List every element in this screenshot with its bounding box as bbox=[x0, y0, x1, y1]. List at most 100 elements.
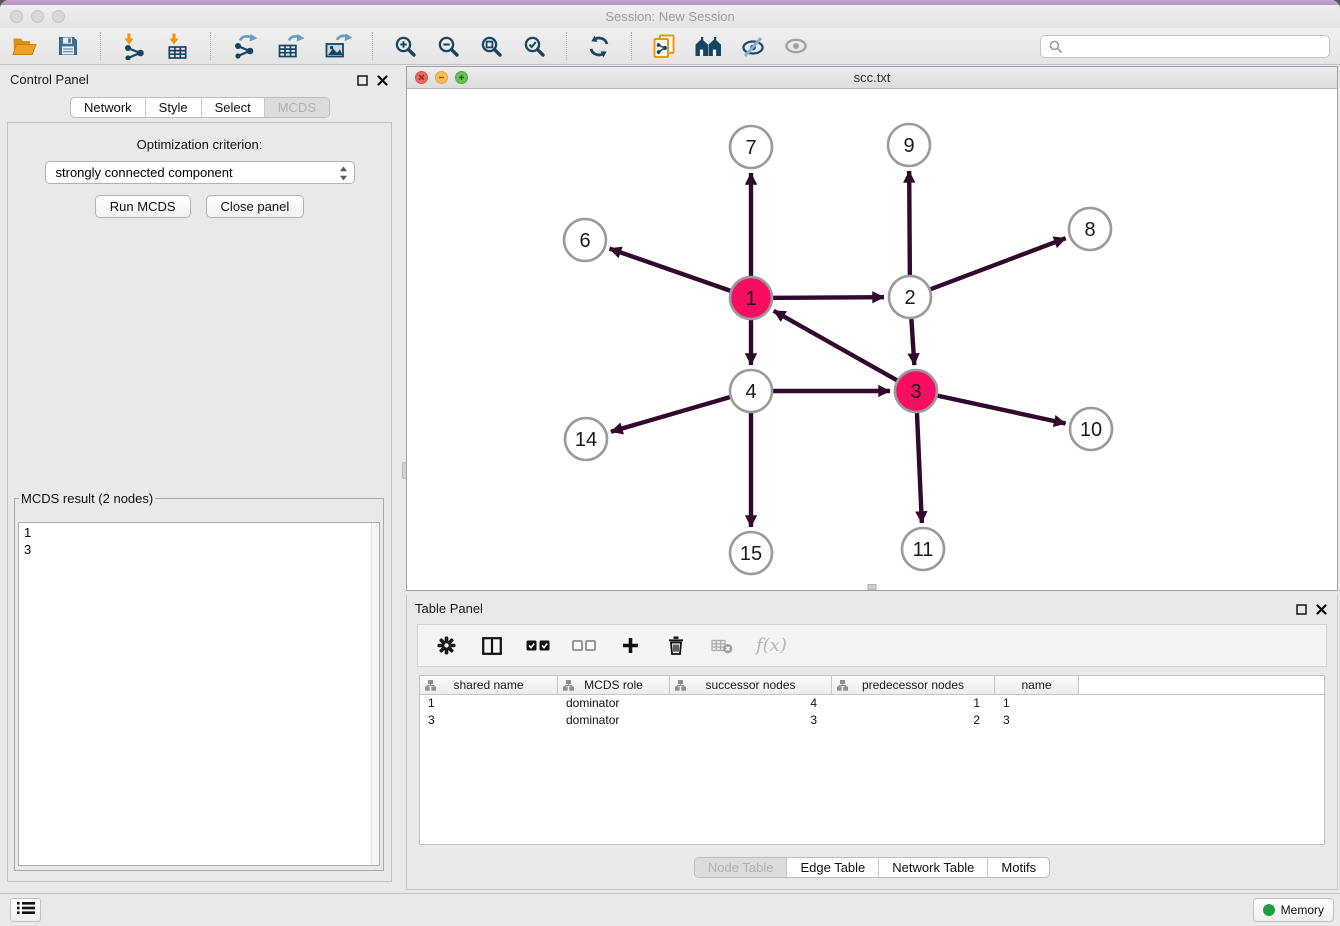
table-cell[interactable]: dominator bbox=[558, 695, 670, 712]
graph-node-14[interactable]: 14 bbox=[565, 418, 607, 460]
tab-network[interactable]: Network bbox=[71, 98, 145, 117]
graph-node-15[interactable]: 15 bbox=[730, 532, 772, 574]
column-header-MCDS-role[interactable]: MCDS role bbox=[558, 676, 670, 694]
svg-text:7: 7 bbox=[745, 137, 756, 159]
hide-selected-icon[interactable] bbox=[741, 32, 765, 60]
zoom-selected-icon[interactable] bbox=[522, 32, 546, 60]
table-cell[interactable]: 4 bbox=[670, 695, 832, 712]
tab-select[interactable]: Select bbox=[201, 98, 264, 117]
float-table-panel-icon[interactable] bbox=[1296, 602, 1307, 620]
first-neighbors-icon[interactable] bbox=[695, 32, 722, 60]
table-cell[interactable]: 3 bbox=[420, 712, 558, 729]
refresh-icon[interactable] bbox=[587, 32, 611, 60]
svg-text:8: 8 bbox=[1084, 219, 1095, 241]
tab-style[interactable]: Style bbox=[145, 98, 201, 117]
import-table-icon[interactable] bbox=[165, 32, 190, 60]
graph-node-4[interactable]: 4 bbox=[730, 370, 772, 412]
graph-edge-3-10[interactable] bbox=[916, 391, 1066, 423]
optimization-criterion-dropdown[interactable]: strongly connected component bbox=[45, 161, 355, 184]
zoom-in-icon[interactable] bbox=[393, 32, 417, 60]
table-tab-motifs[interactable]: Motifs bbox=[987, 858, 1049, 877]
status-bar: Memory bbox=[0, 893, 1340, 926]
column-header-name[interactable]: name bbox=[995, 676, 1079, 694]
function-builder-icon: f(x) bbox=[756, 632, 787, 660]
svg-text:15: 15 bbox=[740, 543, 762, 565]
table-cell[interactable]: 3 bbox=[995, 712, 1079, 729]
save-session-icon[interactable] bbox=[56, 32, 80, 60]
graph-edge-3-1[interactable] bbox=[774, 311, 916, 391]
graph-edge-2-8[interactable] bbox=[910, 238, 1066, 297]
table-cell[interactable]: dominator bbox=[558, 712, 670, 729]
column-header-successor-nodes[interactable]: successor nodes bbox=[670, 676, 832, 694]
table-tab-network-table[interactable]: Network Table bbox=[878, 858, 987, 877]
network-window-titlebar: scc.txt bbox=[407, 67, 1337, 89]
column-header-label: shared name bbox=[453, 678, 523, 692]
settings-gear-icon[interactable] bbox=[434, 632, 458, 660]
zoom-fit-icon[interactable] bbox=[479, 32, 503, 60]
graph-node-6[interactable]: 6 bbox=[564, 219, 606, 261]
column-header-label: predecessor nodes bbox=[862, 678, 964, 692]
svg-text:1: 1 bbox=[745, 288, 756, 310]
graph-edge-1-6[interactable] bbox=[610, 249, 751, 298]
table-tab-edge-table[interactable]: Edge Table bbox=[786, 858, 878, 877]
tab-mcds[interactable]: MCDS bbox=[264, 98, 329, 117]
close-panel-button[interactable]: Close panel bbox=[206, 195, 305, 218]
graph-node-3[interactable]: 3 bbox=[895, 370, 937, 412]
shared-column-icon bbox=[675, 680, 686, 694]
zoom-out-icon[interactable] bbox=[436, 32, 460, 60]
column-header-label: MCDS role bbox=[584, 678, 643, 692]
graph-node-11[interactable]: 11 bbox=[902, 528, 944, 570]
table-cell[interactable]: 1 bbox=[832, 695, 995, 712]
toolbar-separator bbox=[372, 32, 373, 60]
graph-node-9[interactable]: 9 bbox=[888, 124, 930, 166]
graph-node-8[interactable]: 8 bbox=[1069, 208, 1111, 250]
close-panel-icon[interactable] bbox=[377, 73, 388, 91]
export-network-icon[interactable] bbox=[231, 32, 258, 60]
run-mcds-button[interactable]: Run MCDS bbox=[95, 195, 191, 218]
table-cell[interactable]: 1 bbox=[995, 695, 1079, 712]
task-history-button[interactable] bbox=[10, 898, 41, 922]
graph-node-1[interactable]: 1 bbox=[730, 277, 772, 319]
shared-column-icon bbox=[837, 680, 848, 694]
graph-node-10[interactable]: 10 bbox=[1070, 408, 1112, 450]
search-box[interactable] bbox=[1040, 35, 1330, 58]
toggle-panel-icon[interactable] bbox=[480, 632, 504, 660]
select-all-icon[interactable] bbox=[526, 632, 550, 660]
add-icon[interactable] bbox=[618, 632, 642, 660]
table-cell[interactable]: 2 bbox=[832, 712, 995, 729]
table-body: 1dominator4113dominator323 bbox=[420, 695, 1324, 729]
export-image-icon[interactable] bbox=[324, 32, 352, 60]
vertical-splitter-grip[interactable] bbox=[868, 584, 877, 590]
table-cell[interactable]: 3 bbox=[670, 712, 832, 729]
toolbar-separator bbox=[210, 32, 211, 60]
search-input[interactable] bbox=[1063, 36, 1329, 57]
control-panel: Control Panel NetworkStyleSelectMCDS Opt… bbox=[2, 66, 398, 886]
new-network-from-selection-icon[interactable] bbox=[652, 32, 676, 60]
control-panel-title: Control Panel bbox=[10, 72, 89, 87]
graph-node-7[interactable]: 7 bbox=[730, 126, 772, 168]
memory-button[interactable]: Memory bbox=[1253, 898, 1334, 922]
network-canvas[interactable]: 7 9 6 8 1 2 4 3 14 10 15 11 bbox=[407, 89, 1337, 590]
float-panel-icon[interactable] bbox=[357, 73, 368, 91]
svg-text:10: 10 bbox=[1080, 419, 1102, 441]
table-tab-node-table[interactable]: Node Table bbox=[695, 858, 787, 877]
main-toolbar-groups bbox=[0, 32, 808, 60]
open-session-icon[interactable] bbox=[12, 32, 37, 60]
dropdown-spinner-icon bbox=[339, 166, 348, 184]
export-table-icon[interactable] bbox=[277, 32, 305, 60]
close-table-panel-icon[interactable] bbox=[1316, 602, 1327, 620]
column-header-shared-name[interactable]: shared name bbox=[420, 676, 558, 694]
svg-text:2: 2 bbox=[904, 287, 915, 309]
network-window-title: scc.txt bbox=[407, 70, 1337, 85]
column-header-predecessor-nodes[interactable]: predecessor nodes bbox=[832, 676, 995, 694]
toolbar-separator bbox=[631, 32, 632, 60]
table-cell[interactable]: 1 bbox=[420, 695, 558, 712]
deselect-all-icon[interactable] bbox=[572, 632, 596, 660]
mcds-result-list[interactable]: 1 3 bbox=[18, 522, 380, 866]
svg-text:3: 3 bbox=[910, 381, 921, 403]
import-network-icon[interactable] bbox=[121, 32, 146, 60]
delete-row-icon[interactable] bbox=[664, 632, 688, 660]
graph-node-2[interactable]: 2 bbox=[889, 276, 931, 318]
result-scrollbar[interactable] bbox=[371, 523, 379, 865]
optimization-criterion-label: Optimization criterion: bbox=[8, 137, 391, 152]
